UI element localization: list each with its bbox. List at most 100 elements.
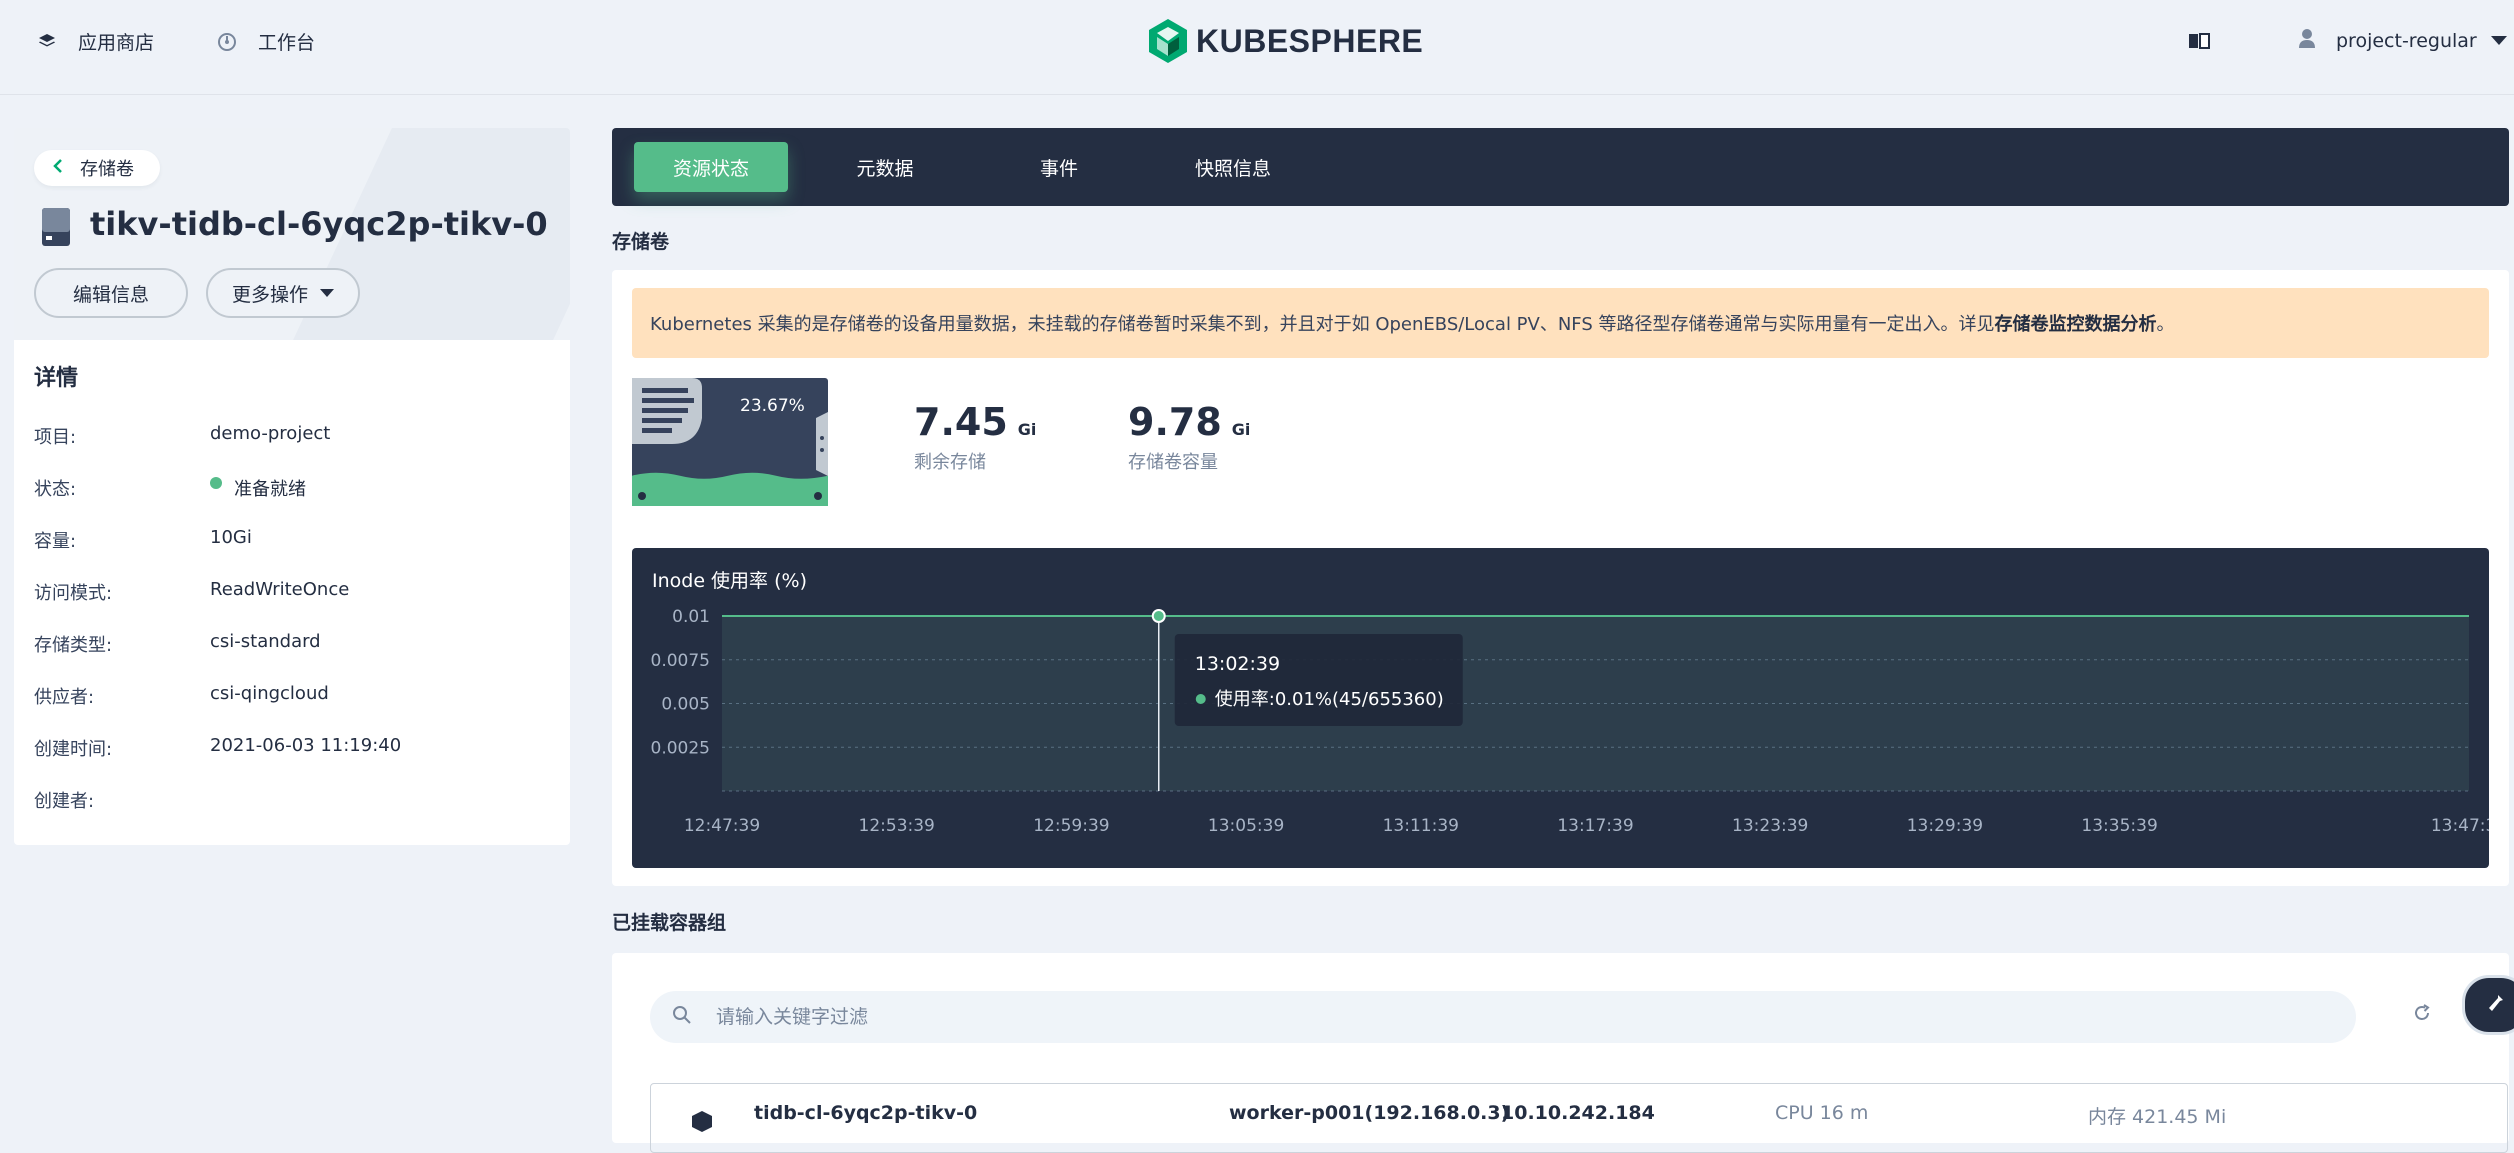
detail-row-capacity: 容量: 10Gi (34, 527, 252, 553)
crosshair-point (1151, 609, 1166, 623)
detail-row-created-time: 创建时间: 2021-06-03 11:19:40 (34, 735, 401, 761)
tab-events[interactable]: 事件 (982, 142, 1136, 192)
remaining-value: 7.45 (914, 400, 1008, 444)
volume-disk-icon (40, 206, 72, 252)
tab-snapshots[interactable]: 快照信息 (1156, 142, 1310, 192)
detail-row-project: 项目: demo-project (34, 423, 330, 449)
remaining-storage-metric: 7.45 Gi 剩余存储 (914, 400, 1036, 474)
kubesphere-logo[interactable]: KUBESPHERE (1148, 18, 1423, 64)
detail-key: 状态: (34, 479, 77, 500)
notice-link[interactable]: 存储卷监控数据分析 (1995, 310, 2157, 336)
remaining-unit: Gi (1017, 420, 1037, 439)
mounted-pods-label: 已挂载容器组 (612, 912, 727, 934)
detail-row-creator: 创建者: (34, 787, 210, 813)
x-tick-label: 13:17:39 (1557, 816, 1633, 836)
detail-key: 创建时间: (34, 739, 113, 760)
detail-row-status: 状态: 准备就绪 (34, 475, 306, 501)
x-tick-label: 12:59:39 (1033, 816, 1109, 836)
back-to-volumes-button[interactable]: 存储卷 (34, 150, 160, 186)
tooltip-value: 使用率:0.01%(45/655360) (1215, 689, 1444, 710)
chart-plot: 0.01 0.0075 0.005 0.0025 12:47:39 12:53:39 12:… (651, 607, 2489, 836)
detail-key: 供应者: (34, 687, 95, 708)
hammer-icon (2484, 992, 2506, 1018)
storage-section-label: 存储卷 (612, 231, 670, 253)
usage-percent: 23.67% (740, 396, 805, 416)
detail-tabs: 资源状态 元数据 事件 快照信息 (612, 128, 2509, 206)
x-tick-label: 12:53:39 (859, 816, 935, 836)
detail-key: 创建者: (34, 791, 95, 812)
nav-workbench-label: 工作台 (258, 32, 316, 54)
nav-app-store[interactable]: 应用商店 (36, 28, 154, 55)
pod-search-bar[interactable] (650, 991, 2356, 1043)
detail-value: csi-qingcloud (210, 683, 329, 704)
detail-key: 项目: (34, 427, 77, 448)
book-icon[interactable] (2188, 32, 2210, 54)
capacity-value: 9.78 (1128, 400, 1222, 444)
y-tick-label: 0.0075 (651, 651, 710, 671)
pod-name[interactable]: tidb-cl-6yqc2p-tikv-0 (754, 1102, 977, 1124)
status-text: 准备就绪 (234, 479, 306, 500)
kubesphere-logo-icon (1149, 19, 1187, 63)
dashboard-icon (216, 31, 238, 53)
notice-end: 。 (2156, 314, 2175, 335)
tab-resource-status[interactable]: 资源状态 (634, 142, 788, 192)
user-icon (2298, 28, 2316, 53)
y-tick-label: 0.0025 (651, 738, 710, 758)
pod-ip: 10.10.242.184 (1501, 1102, 1655, 1124)
toolbox-float-button[interactable] (2462, 975, 2514, 1035)
user-menu[interactable]: project-regular (2298, 28, 2507, 53)
detail-key: 存储类型: (34, 635, 113, 656)
storage-card: Kubernetes 采集的是存储卷的设备用量数据，未挂载的存储卷暂时采集不到，… (612, 270, 2509, 886)
x-tick-label: 13:47:39 (2431, 816, 2489, 836)
y-tick-label: 0.01 (672, 607, 710, 627)
status-dot-icon (210, 477, 222, 489)
tooltip-dot (1195, 694, 1206, 704)
chevron-left-icon (52, 158, 64, 179)
series-area (722, 616, 2469, 791)
pod-row[interactable]: tidb-cl-6yqc2p-tikv-0 worker-p001(192.16… (650, 1083, 2508, 1153)
capacity-unit: Gi (1231, 420, 1251, 439)
nav-workbench[interactable]: 工作台 (216, 28, 315, 55)
x-tick-label: 13:35:39 (2081, 816, 2157, 836)
pod-search-input[interactable] (714, 1005, 2218, 1029)
detail-value: demo-project (210, 423, 331, 444)
detail-row-storage-class: 存储类型: csi-standard (34, 631, 321, 657)
x-tick-label: 13:29:39 (1907, 816, 1983, 836)
notice-text: Kubernetes 采集的是存储卷的设备用量数据，未挂载的存储卷暂时采集不到，… (650, 314, 1995, 335)
volume-usage-graphic: 23.67% (632, 378, 828, 506)
monitoring-notice: Kubernetes 采集的是存储卷的设备用量数据，未挂载的存储卷暂时采集不到，… (632, 288, 2489, 358)
pod-node: worker-p001(192.168.0.3) (1229, 1102, 1510, 1124)
logo-text: KUBESPHERE (1196, 22, 1424, 59)
search-icon (672, 1005, 692, 1029)
detail-value: 10Gi (210, 527, 252, 548)
refresh-icon[interactable] (2412, 1003, 2432, 1027)
back-label: 存储卷 (80, 159, 134, 180)
remaining-label: 剩余存储 (914, 452, 986, 473)
x-tick-label: 13:05:39 (1208, 816, 1284, 836)
layers-icon (36, 31, 58, 53)
detail-key: 容量: (34, 531, 77, 552)
detail-row-access-mode: 访问模式: ReadWriteOnce (34, 579, 349, 605)
edit-info-button[interactable]: 编辑信息 (34, 268, 188, 318)
x-tick-label: 13:11:39 (1383, 816, 1459, 836)
detail-value: 2021-06-03 11:19:40 (210, 735, 402, 756)
detail-key: 访问模式: (34, 583, 113, 604)
detail-value: ReadWriteOnce (210, 579, 350, 600)
pod-memory: 内存 421.45 Mi (2088, 1106, 2227, 1128)
more-actions-button[interactable]: 更多操作 (206, 268, 360, 318)
inode-usage-chart: Inode 使用率 (%) 0.01 0.0075 0.005 0.0025 12:47… (632, 548, 2489, 868)
username: project-regular (2336, 29, 2477, 52)
x-tick-label: 12:47:39 (684, 816, 760, 836)
y-tick-label: 0.005 (661, 695, 710, 715)
page-title: tikv-tidb-cl-6yqc2p-tikv-0 (90, 205, 548, 243)
details-heading: 详情 (34, 366, 79, 391)
capacity-metric: 9.78 Gi 存储卷容量 (1128, 400, 1250, 474)
x-tick-label: 13:23:39 (1732, 816, 1808, 836)
status-value: 准备就绪 (210, 475, 306, 501)
pod-icon (691, 1110, 713, 1137)
chevron-down-icon (2490, 36, 2507, 45)
details-panel: 详情 项目: demo-project 状态: 准备就绪 容量: 10Gi 访问… (14, 340, 570, 845)
mounted-pods-card: tidb-cl-6yqc2p-tikv-0 worker-p001(192.16… (612, 953, 2509, 1153)
tab-metadata[interactable]: 元数据 (808, 142, 962, 192)
detail-row-provisioner: 供应者: csi-qingcloud (34, 683, 329, 709)
